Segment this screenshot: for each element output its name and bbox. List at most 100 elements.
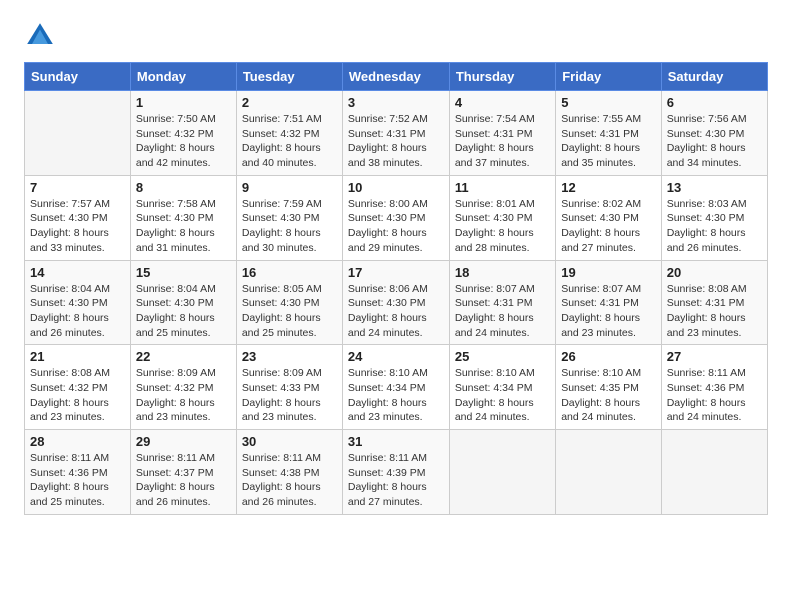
calendar-cell: 13 Sunrise: 8:03 AMSunset: 4:30 PMDayligh…	[661, 175, 767, 260]
day-info: Sunrise: 8:11 AMSunset: 4:37 PMDaylight:…	[136, 451, 231, 510]
weekday-header-saturday: Saturday	[661, 63, 767, 91]
logo	[24, 20, 60, 52]
day-info: Sunrise: 8:05 AMSunset: 4:30 PMDaylight:…	[242, 282, 337, 341]
day-number: 5	[561, 95, 656, 110]
calendar-cell	[661, 430, 767, 515]
day-info: Sunrise: 7:51 AMSunset: 4:32 PMDaylight:…	[242, 112, 337, 171]
day-info: Sunrise: 8:09 AMSunset: 4:33 PMDaylight:…	[242, 366, 337, 425]
calendar-cell: 14 Sunrise: 8:04 AMSunset: 4:30 PMDayligh…	[25, 260, 131, 345]
calendar-cell: 21Sunrise: 8:08 AMSunset: 4:32 PMDayligh…	[25, 345, 131, 430]
calendar-cell: 11 Sunrise: 8:01 AMSunset: 4:30 PMDayligh…	[449, 175, 555, 260]
day-number: 31	[348, 434, 444, 449]
day-info: Sunrise: 7:57 AMSunset: 4:30 PMDaylight:…	[30, 197, 125, 256]
day-number: 29	[136, 434, 231, 449]
day-info: Sunrise: 8:08 AMSunset: 4:31 PMDaylight:…	[667, 282, 762, 341]
calendar-week-2: 7Sunrise: 7:57 AMSunset: 4:30 PMDaylight…	[25, 175, 768, 260]
day-info: Sunrise: 8:00 AMSunset: 4:30 PMDaylight:…	[348, 197, 444, 256]
calendar-week-4: 21Sunrise: 8:08 AMSunset: 4:32 PMDayligh…	[25, 345, 768, 430]
calendar-cell: 16 Sunrise: 8:05 AMSunset: 4:30 PMDayligh…	[236, 260, 342, 345]
logo-icon	[24, 20, 56, 52]
day-info: Sunrise: 8:11 AMSunset: 4:39 PMDaylight:…	[348, 451, 444, 510]
day-info: Sunrise: 8:11 AMSunset: 4:36 PMDaylight:…	[30, 451, 125, 510]
calendar-cell: 19 Sunrise: 8:07 AMSunset: 4:31 PMDayligh…	[556, 260, 662, 345]
calendar-cell: 4 Sunrise: 7:54 AMSunset: 4:31 PMDaylight…	[449, 91, 555, 176]
day-number: 20	[667, 265, 762, 280]
calendar-cell: 30 Sunrise: 8:11 AMSunset: 4:38 PMDayligh…	[236, 430, 342, 515]
calendar-cell: 8 Sunrise: 7:58 AMSunset: 4:30 PMDaylight…	[130, 175, 236, 260]
day-info: Sunrise: 8:07 AMSunset: 4:31 PMDaylight:…	[561, 282, 656, 341]
weekday-header-sunday: Sunday	[25, 63, 131, 91]
day-info: Sunrise: 7:58 AMSunset: 4:30 PMDaylight:…	[136, 197, 231, 256]
day-info: Sunrise: 8:11 AMSunset: 4:38 PMDaylight:…	[242, 451, 337, 510]
day-info: Sunrise: 8:01 AMSunset: 4:30 PMDaylight:…	[455, 197, 550, 256]
day-number: 16	[242, 265, 337, 280]
day-number: 19	[561, 265, 656, 280]
calendar-week-5: 28Sunrise: 8:11 AMSunset: 4:36 PMDayligh…	[25, 430, 768, 515]
day-info: Sunrise: 8:07 AMSunset: 4:31 PMDaylight:…	[455, 282, 550, 341]
calendar-cell: 31 Sunrise: 8:11 AMSunset: 4:39 PMDayligh…	[342, 430, 449, 515]
day-info: Sunrise: 8:04 AMSunset: 4:30 PMDaylight:…	[30, 282, 125, 341]
day-number: 15	[136, 265, 231, 280]
weekday-header-friday: Friday	[556, 63, 662, 91]
calendar-cell: 5 Sunrise: 7:55 AMSunset: 4:31 PMDaylight…	[556, 91, 662, 176]
calendar-cell: 23 Sunrise: 8:09 AMSunset: 4:33 PMDayligh…	[236, 345, 342, 430]
day-number: 23	[242, 349, 337, 364]
calendar-cell: 17 Sunrise: 8:06 AMSunset: 4:30 PMDayligh…	[342, 260, 449, 345]
weekday-header-wednesday: Wednesday	[342, 63, 449, 91]
weekday-header-thursday: Thursday	[449, 63, 555, 91]
day-number: 10	[348, 180, 444, 195]
calendar-cell: 24Sunrise: 8:10 AMSunset: 4:34 PMDayligh…	[342, 345, 449, 430]
day-number: 11	[455, 180, 550, 195]
calendar-cell: 18 Sunrise: 8:07 AMSunset: 4:31 PMDayligh…	[449, 260, 555, 345]
calendar-cell: 12 Sunrise: 8:02 AMSunset: 4:30 PMDayligh…	[556, 175, 662, 260]
calendar-cell: 9 Sunrise: 7:59 AMSunset: 4:30 PMDaylight…	[236, 175, 342, 260]
calendar-cell: 3Sunrise: 7:52 AMSunset: 4:31 PMDaylight…	[342, 91, 449, 176]
calendar-cell	[25, 91, 131, 176]
weekday-header-monday: Monday	[130, 63, 236, 91]
day-info: Sunrise: 7:52 AMSunset: 4:31 PMDaylight:…	[348, 112, 444, 171]
calendar-cell: 6Sunrise: 7:56 AMSunset: 4:30 PMDaylight…	[661, 91, 767, 176]
day-number: 4	[455, 95, 550, 110]
day-number: 12	[561, 180, 656, 195]
calendar-cell: 28Sunrise: 8:11 AMSunset: 4:36 PMDayligh…	[25, 430, 131, 515]
calendar-cell: 1 Sunrise: 7:50 AMSunset: 4:32 PMDaylight…	[130, 91, 236, 176]
day-number: 24	[348, 349, 444, 364]
day-number: 22	[136, 349, 231, 364]
day-number: 26	[561, 349, 656, 364]
calendar-cell: 26 Sunrise: 8:10 AMSunset: 4:35 PMDayligh…	[556, 345, 662, 430]
calendar-cell: 29 Sunrise: 8:11 AMSunset: 4:37 PMDayligh…	[130, 430, 236, 515]
day-number: 30	[242, 434, 337, 449]
day-number: 1	[136, 95, 231, 110]
day-number: 14	[30, 265, 125, 280]
calendar-cell: 10 Sunrise: 8:00 AMSunset: 4:30 PMDayligh…	[342, 175, 449, 260]
calendar-cell: 20 Sunrise: 8:08 AMSunset: 4:31 PMDayligh…	[661, 260, 767, 345]
day-number: 9	[242, 180, 337, 195]
day-info: Sunrise: 8:10 AMSunset: 4:35 PMDaylight:…	[561, 366, 656, 425]
calendar-week-3: 14 Sunrise: 8:04 AMSunset: 4:30 PMDayligh…	[25, 260, 768, 345]
calendar-cell: 2 Sunrise: 7:51 AMSunset: 4:32 PMDaylight…	[236, 91, 342, 176]
day-info: Sunrise: 7:55 AMSunset: 4:31 PMDaylight:…	[561, 112, 656, 171]
day-number: 18	[455, 265, 550, 280]
day-info: Sunrise: 8:10 AMSunset: 4:34 PMDaylight:…	[455, 366, 550, 425]
calendar-cell: 22 Sunrise: 8:09 AMSunset: 4:32 PMDayligh…	[130, 345, 236, 430]
day-info: Sunrise: 8:02 AMSunset: 4:30 PMDaylight:…	[561, 197, 656, 256]
calendar-cell: 25 Sunrise: 8:10 AMSunset: 4:34 PMDayligh…	[449, 345, 555, 430]
calendar-table: SundayMondayTuesdayWednesdayThursdayFrid…	[24, 62, 768, 515]
day-number: 2	[242, 95, 337, 110]
day-number: 13	[667, 180, 762, 195]
day-info: Sunrise: 7:59 AMSunset: 4:30 PMDaylight:…	[242, 197, 337, 256]
calendar-cell: 7Sunrise: 7:57 AMSunset: 4:30 PMDaylight…	[25, 175, 131, 260]
day-info: Sunrise: 7:50 AMSunset: 4:32 PMDaylight:…	[136, 112, 231, 171]
day-number: 25	[455, 349, 550, 364]
day-info: Sunrise: 7:54 AMSunset: 4:31 PMDaylight:…	[455, 112, 550, 171]
weekday-header-tuesday: Tuesday	[236, 63, 342, 91]
day-info: Sunrise: 8:06 AMSunset: 4:30 PMDaylight:…	[348, 282, 444, 341]
day-number: 27	[667, 349, 762, 364]
day-info: Sunrise: 8:09 AMSunset: 4:32 PMDaylight:…	[136, 366, 231, 425]
calendar-cell: 15Sunrise: 8:04 AMSunset: 4:30 PMDayligh…	[130, 260, 236, 345]
calendar-header-row: SundayMondayTuesdayWednesdayThursdayFrid…	[25, 63, 768, 91]
day-number: 21	[30, 349, 125, 364]
day-info: Sunrise: 8:03 AMSunset: 4:30 PMDaylight:…	[667, 197, 762, 256]
day-number: 17	[348, 265, 444, 280]
day-number: 8	[136, 180, 231, 195]
